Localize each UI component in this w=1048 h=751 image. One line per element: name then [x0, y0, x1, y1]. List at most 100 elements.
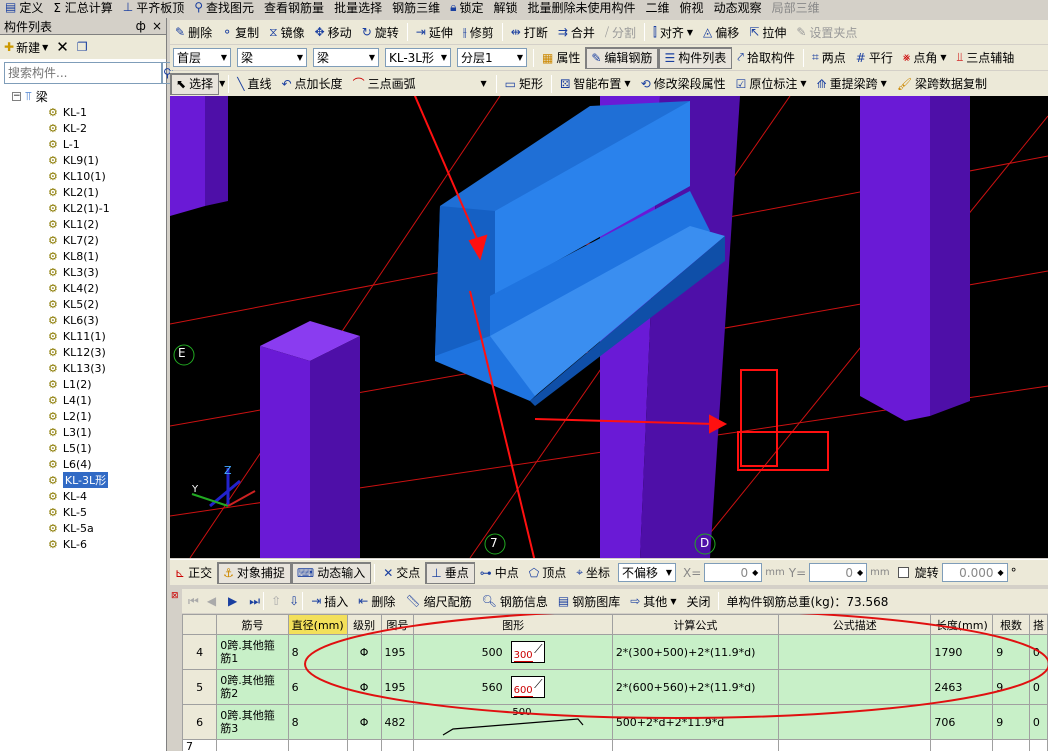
close-icon[interactable]: × [152, 19, 162, 33]
floor-select[interactable]: 首层 ▼ [173, 48, 231, 67]
three-point-arc-button[interactable]: ⌒ 三点画弧 [348, 73, 421, 95]
chevron-down-icon[interactable]: ▼ [219, 79, 225, 88]
menu-sum-calc[interactable]: Σ 汇总计算 [48, 0, 117, 15]
tree-item[interactable]: ⚙ L5(1) [0, 440, 166, 456]
menu-define[interactable]: ▤ 定义 [0, 0, 48, 14]
up-icon[interactable]: ⇧ [271, 594, 281, 608]
component-select[interactable]: KL-3L形 ▼ [385, 48, 451, 67]
delete-row-button[interactable]: ⇤ 删除 [353, 590, 400, 612]
copy-button[interactable]: ⚬ 复制 [217, 21, 264, 43]
offset-button[interactable]: ◬ 偏移 [698, 21, 744, 43]
cell-formula-desc[interactable] [778, 739, 932, 751]
cell-formula-desc[interactable] [778, 704, 932, 740]
tree-item[interactable]: ⚙ L4(1) [0, 392, 166, 408]
cell-formula[interactable]: 2*(600+560)+2*(11.9*d) [611, 669, 780, 705]
cell-formula[interactable] [611, 739, 780, 751]
search-input[interactable] [4, 62, 162, 84]
cell-grade[interactable]: Φ [346, 634, 382, 670]
stretch-button[interactable]: ⇱ 拉伸 [744, 21, 791, 43]
tree-item[interactable]: ⚙ L6(4) [0, 456, 166, 472]
type-select[interactable]: 梁 ▼ [237, 48, 307, 67]
tree-item[interactable]: ⚙ KL3(3) [0, 264, 166, 280]
insert-button[interactable]: ⇥ 插入 [306, 590, 353, 612]
new-component-button[interactable]: ✚ 新建 ▼ [4, 39, 48, 56]
tree-item[interactable]: ⚙ KL2(1) [0, 184, 166, 200]
tree-item[interactable]: ⚙ KL13(3) [0, 360, 166, 376]
table-row[interactable]: 4 0跨.其他箍筋1 8 Φ 195 500 300 ⟋ 2*(300+500)+2*(11.9… [182, 634, 1048, 670]
cell-diameter[interactable]: 8 [287, 704, 348, 740]
menu-lock[interactable]: 🔒︎ 锁定 [445, 0, 488, 14]
merge-button[interactable]: ⇉ 合并 [553, 21, 600, 43]
col-diameter[interactable]: 直径(mm) [287, 614, 348, 635]
menu-batch-delete[interactable]: 批量删除未使用构件 [523, 0, 641, 15]
vertex-button[interactable]: ⬠ 顶点 [524, 562, 571, 584]
tree-item[interactable]: ⚙ KL6(3) [0, 312, 166, 328]
cell-lap[interactable]: 0 [1028, 634, 1048, 670]
cell-length[interactable]: 2463 [930, 669, 994, 705]
select-button[interactable]: ⬉ 选择 [170, 72, 220, 95]
cell-bar-number[interactable]: 0跨.其他箍筋2 [216, 669, 289, 705]
scale-rebar-button[interactable]: 📏︎ 缩尺配筋 [400, 590, 476, 612]
cell-count[interactable]: 9 [992, 669, 1030, 705]
tree-item[interactable]: ⚙ KL5(2) [0, 296, 166, 312]
tree-item[interactable]: ⚙ L2(1) [0, 408, 166, 424]
col-shape[interactable]: 图形 [413, 614, 613, 635]
pick-component-button[interactable]: ⤤ 拾取构件 [732, 47, 800, 69]
tree-item[interactable]: ⚙ KL-4 [0, 488, 166, 504]
tree-item[interactable]: ⚙ KL9(1) [0, 152, 166, 168]
tree-item[interactable]: ⚙ KL-2 [0, 120, 166, 136]
cell-shape[interactable]: 560 600 ⟋ [413, 669, 613, 705]
extend-button[interactable]: ⇥ 延伸 [411, 21, 458, 43]
pin-icon[interactable]: ф [136, 19, 146, 33]
menu-local-3d[interactable]: 局部三维 [767, 0, 825, 15]
parallel-button[interactable]: # 平行 [851, 47, 898, 69]
tree-item[interactable]: ⚙ KL1(2) [0, 216, 166, 232]
copy-icon[interactable]: ❐ [77, 40, 88, 54]
cell-figure-no[interactable]: 195 [380, 669, 415, 705]
table-row[interactable]: 7 [182, 739, 1048, 751]
cell-figure-no[interactable]: 195 [380, 634, 415, 670]
rotate-button[interactable]: ↻ 旋转 [357, 21, 404, 43]
prev-icon[interactable]: ◀ [207, 594, 216, 608]
dynamic-input-button[interactable]: ⌨ 动态输入 [290, 561, 372, 584]
col-bar-number[interactable]: 筋号 [216, 614, 289, 635]
menu-view-rebar[interactable]: 查看钢筋量 [259, 0, 329, 15]
cell-formula[interactable]: 500+2*d+2*11.9*d [611, 704, 780, 740]
col-figure-no[interactable]: 图号 [380, 614, 415, 635]
menu-2d[interactable]: 二维 [641, 0, 675, 15]
tree-item[interactable]: ⚙ KL2(1)-1 [0, 200, 166, 216]
split-button[interactable]: ⧸ 分割 [600, 21, 641, 43]
col-count[interactable]: 根数 [992, 614, 1030, 635]
rectangle-button[interactable]: ▭ 矩形 [500, 73, 548, 95]
cell-length[interactable] [930, 739, 994, 751]
smart-layout-button[interactable]: ⚄ 智能布置 ▼ [555, 73, 636, 95]
object-snap-button[interactable]: ⚓︎ 对象捕捉 [217, 561, 291, 584]
delete-button[interactable]: ✎ 删除 [170, 21, 217, 43]
rotate-checkbox[interactable] [897, 567, 909, 578]
midpoint-button[interactable]: ⊶ 中点 [475, 562, 524, 584]
cell-count[interactable] [992, 739, 1030, 751]
other-button[interactable]: ⇨ 其他 ▼ [625, 590, 681, 612]
y-input[interactable]: 0 ◆ [809, 563, 868, 582]
tree-item[interactable]: ⚙ KL-3L形 [0, 472, 166, 488]
last-icon[interactable]: ⏭ [249, 594, 260, 609]
menu-unlock[interactable]: 解锁 [489, 0, 523, 15]
menu-align-top[interactable]: ⊥ 平齐板顶 [118, 0, 189, 14]
tree-item[interactable]: ⚙ KL4(2) [0, 280, 166, 296]
tree-item[interactable]: ⚙ KL7(2) [0, 232, 166, 248]
reextract-span-button[interactable]: ⟰ 重提梁跨 ▼ [812, 73, 892, 95]
rotate-input[interactable]: 0.000 ◆ [941, 563, 1008, 582]
rebar-library-button[interactable]: ▤ 钢筋图库 [553, 590, 625, 612]
cell-shape[interactable] [413, 739, 613, 751]
3d-viewport[interactable]: Z Y E 7 D [170, 96, 1048, 558]
first-icon[interactable]: ⏮ [188, 594, 199, 609]
table-row[interactable]: 6 0跨.其他箍筋3 8 Φ 482 500 500+2*d+2*11.9*d 706 9 0 [182, 704, 1048, 740]
modify-span-props-button[interactable]: ⟲ 修改梁段属性 [636, 73, 731, 95]
tree-item[interactable]: ⚙ L-1 [0, 136, 166, 152]
coordinate-button[interactable]: ⌖ 坐标 [571, 562, 615, 584]
delete-x-icon[interactable]: ✕ [56, 38, 69, 56]
cell-figure-no[interactable]: 482 [380, 704, 415, 740]
cell-length[interactable]: 706 [930, 704, 994, 740]
tree-item[interactable]: ⚙ KL-5a [0, 520, 166, 536]
edit-rebar-button[interactable]: ✎ 编辑钢筋 [585, 46, 659, 69]
